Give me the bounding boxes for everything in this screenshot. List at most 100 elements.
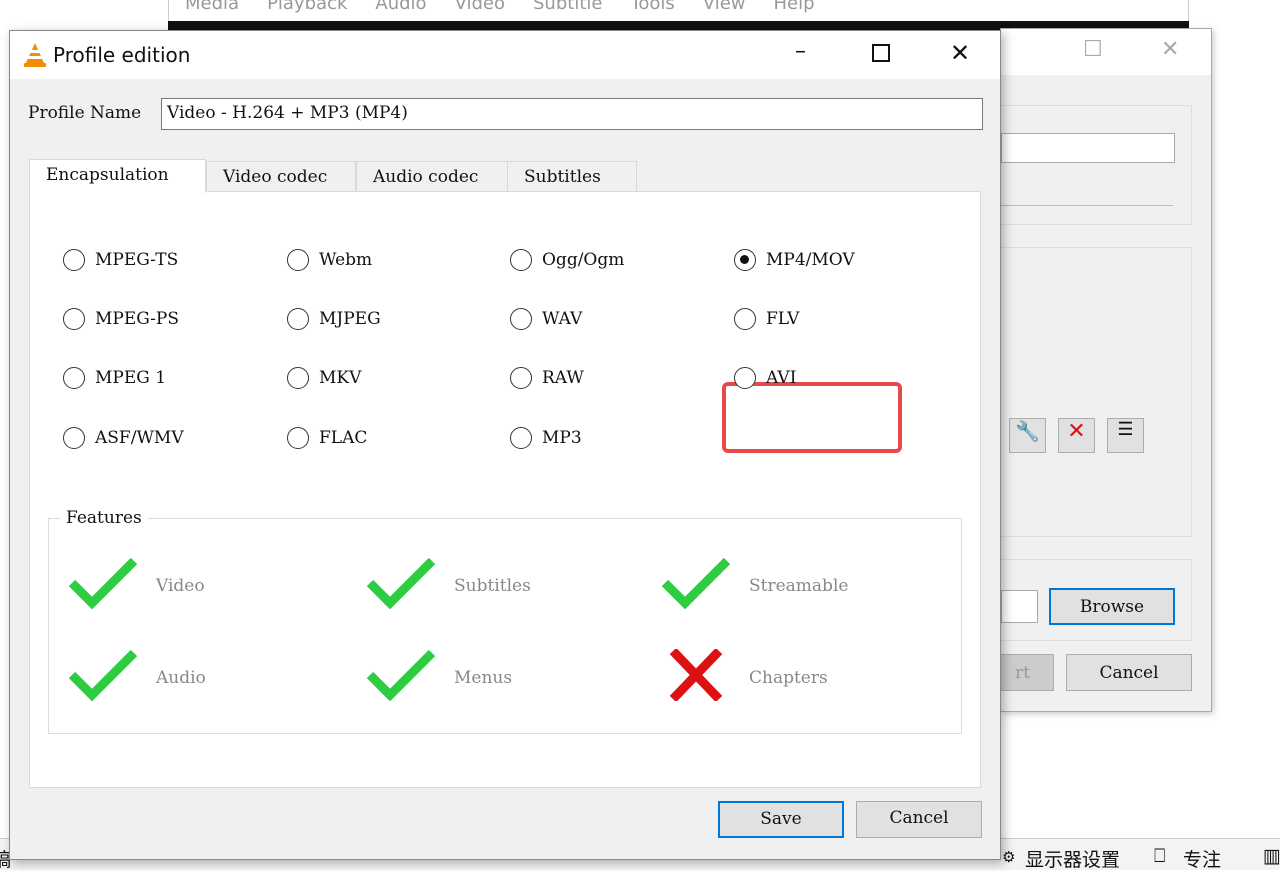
wrench-icon[interactable]: 🔧 bbox=[1009, 418, 1046, 453]
radio-label: MPEG-TS bbox=[95, 250, 179, 270]
settings-group bbox=[999, 247, 1192, 537]
radio-circle[interactable] bbox=[63, 367, 85, 389]
radio-circle[interactable] bbox=[734, 308, 756, 330]
feature-audio: Audio bbox=[68, 649, 206, 706]
tab-subtitles[interactable]: Subtitles bbox=[507, 161, 637, 192]
check-icon bbox=[68, 557, 138, 614]
menu-help[interactable]: Help bbox=[774, 0, 815, 21]
cancel-button[interactable]: Cancel bbox=[856, 801, 982, 838]
check-icon bbox=[366, 557, 436, 614]
radio-mp3[interactable]: MP3 bbox=[510, 427, 582, 449]
radio-label: FLV bbox=[766, 309, 800, 329]
radio-mpeg-1[interactable]: MPEG 1 bbox=[63, 367, 166, 389]
radio-circle[interactable] bbox=[510, 367, 532, 389]
menu-tools[interactable]: Tools bbox=[630, 0, 674, 21]
vlc-menu-bar: Media Playback Audio Video Subtitle Tool… bbox=[168, 0, 1189, 22]
radio-circle[interactable] bbox=[510, 249, 532, 271]
radio-circle[interactable] bbox=[63, 427, 85, 449]
radio-circle[interactable] bbox=[734, 249, 756, 271]
vlc-cone-icon bbox=[24, 43, 46, 67]
convert-dialog: ☐ ✕ 🔧 ✕ ☰ Browse rt Cancel bbox=[991, 28, 1212, 712]
check-icon bbox=[68, 649, 138, 706]
radio-ogg-ogm[interactable]: Ogg/Ogm bbox=[510, 249, 624, 271]
radio-label: MP4/MOV bbox=[766, 250, 855, 270]
feature-label: Audio bbox=[156, 667, 206, 688]
maximize-icon[interactable]: ☐ bbox=[1083, 37, 1103, 62]
divider bbox=[1001, 205, 1173, 206]
titlebar: Profile edition – ✕ bbox=[10, 31, 1000, 79]
destination-input[interactable] bbox=[1001, 590, 1038, 623]
close-icon[interactable]: ✕ bbox=[950, 39, 970, 67]
reader-icon[interactable]: ▥ bbox=[1263, 845, 1280, 867]
menu-view[interactable]: View bbox=[703, 0, 746, 21]
radio-label: ASF/WMV bbox=[95, 428, 184, 448]
profile-edition-dialog: Profile edition – ✕ Profile Name Video -… bbox=[9, 30, 1001, 860]
minimize-icon[interactable]: – bbox=[795, 39, 806, 64]
menu-media[interactable]: Media bbox=[185, 0, 239, 21]
convert-cancel-button[interactable]: Cancel bbox=[1066, 654, 1192, 691]
browse-button[interactable]: Browse bbox=[1049, 588, 1175, 625]
radio-mjpeg[interactable]: MJPEG bbox=[287, 308, 381, 330]
radio-webm[interactable]: Webm bbox=[287, 249, 372, 271]
taskbar-focus[interactable]: 专注 bbox=[1183, 845, 1221, 872]
radio-circle[interactable] bbox=[510, 427, 532, 449]
radio-circle[interactable] bbox=[287, 427, 309, 449]
dialog-title: Profile edition bbox=[53, 43, 191, 67]
radio-label: FLAC bbox=[319, 428, 368, 448]
feature-label: Subtitles bbox=[454, 575, 531, 596]
features-label: Features bbox=[60, 508, 148, 528]
convert-titlebar: ☐ ✕ bbox=[1001, 29, 1211, 75]
feature-menus: Menus bbox=[366, 649, 512, 706]
radio-circle[interactable] bbox=[287, 308, 309, 330]
source-input[interactable] bbox=[1001, 133, 1175, 163]
radio-label: MKV bbox=[319, 368, 362, 388]
radio-wav[interactable]: WAV bbox=[510, 308, 582, 330]
maximize-icon[interactable] bbox=[872, 44, 890, 62]
radio-label: MJPEG bbox=[319, 309, 381, 329]
check-icon bbox=[366, 649, 436, 706]
profile-name-label: Profile Name bbox=[28, 103, 142, 123]
tab-encapsulation[interactable]: Encapsulation bbox=[29, 159, 206, 193]
new-profile-icon[interactable]: ☰ bbox=[1107, 418, 1144, 453]
radio-circle[interactable] bbox=[734, 367, 756, 389]
feature-label: Streamable bbox=[749, 575, 849, 596]
feature-label: Chapters bbox=[749, 667, 828, 688]
save-button[interactable]: Save bbox=[718, 801, 844, 838]
menu-video[interactable]: Video bbox=[455, 0, 505, 21]
cross-icon bbox=[661, 647, 731, 706]
gear-icon: ⚙ bbox=[1002, 848, 1016, 866]
radio-asf-wmv[interactable]: ASF/WMV bbox=[63, 427, 184, 449]
profile-name-input[interactable]: Video - H.264 + MP3 (MP4) bbox=[161, 98, 983, 130]
radio-label: WAV bbox=[542, 309, 583, 329]
radio-flac[interactable]: FLAC bbox=[287, 427, 367, 449]
radio-circle[interactable] bbox=[510, 308, 532, 330]
tab-video-codec[interactable]: Video codec bbox=[206, 161, 356, 192]
focus-icon: ⎕ bbox=[1154, 845, 1166, 867]
menu-playback[interactable]: Playback bbox=[267, 0, 347, 21]
selection-highlight bbox=[722, 382, 902, 453]
check-icon bbox=[661, 557, 731, 614]
radio-circle[interactable] bbox=[63, 249, 85, 271]
radio-circle[interactable] bbox=[63, 308, 85, 330]
close-icon[interactable]: ✕ bbox=[1161, 37, 1179, 62]
radio-avi[interactable]: AVI bbox=[734, 367, 796, 389]
radio-flv[interactable]: FLV bbox=[734, 308, 799, 330]
radio-mpeg-ps[interactable]: MPEG-PS bbox=[63, 308, 179, 330]
radio-mp4-mov[interactable]: MP4/MOV bbox=[734, 249, 855, 271]
feature-subtitles: Subtitles bbox=[366, 557, 531, 614]
radio-raw[interactable]: RAW bbox=[510, 367, 584, 389]
radio-circle[interactable] bbox=[287, 249, 309, 271]
radio-mpeg-ts[interactable]: MPEG-TS bbox=[63, 249, 178, 271]
radio-label: RAW bbox=[542, 368, 584, 388]
radio-label: MP3 bbox=[542, 428, 582, 448]
menu-audio[interactable]: Audio bbox=[375, 0, 426, 21]
menu-subtitle[interactable]: Subtitle bbox=[533, 0, 602, 21]
taskbar-display-settings[interactable]: 显示器设置 bbox=[1025, 845, 1120, 872]
tab-audio-codec[interactable]: Audio codec bbox=[356, 161, 508, 192]
delete-profile-icon[interactable]: ✕ bbox=[1058, 418, 1095, 453]
feature-label: Menus bbox=[454, 667, 513, 688]
feature-label: Video bbox=[156, 575, 205, 596]
radio-mkv[interactable]: MKV bbox=[287, 367, 361, 389]
radio-label: MPEG 1 bbox=[95, 368, 167, 388]
radio-circle[interactable] bbox=[287, 367, 309, 389]
